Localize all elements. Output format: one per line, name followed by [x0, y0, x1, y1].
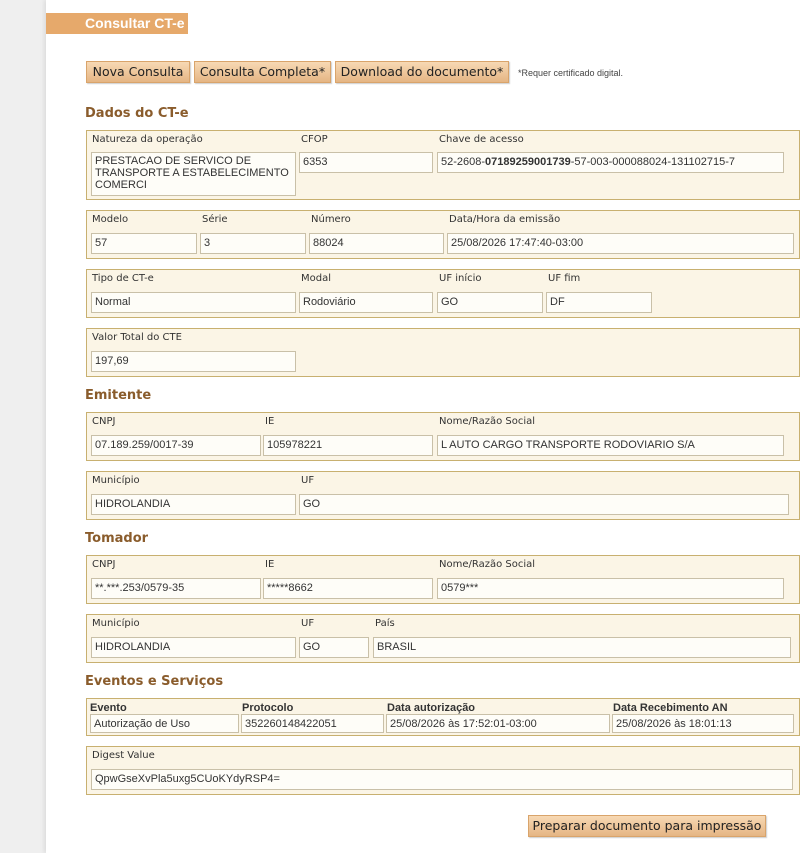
chave-cnpj-bold: 07189259001739 — [485, 156, 571, 168]
tomador-uf-field: GO — [299, 637, 369, 658]
tomador-ie-field: *****8662 — [263, 578, 433, 599]
emitente-municipio-field: HIDROLANDIA — [91, 494, 296, 515]
digest-label: Digest Value — [92, 750, 155, 761]
tomador-nome-label: Nome/Razão Social — [439, 559, 536, 570]
tomador-uf-label: UF — [301, 618, 315, 629]
natureza-field: PRESTACAO DE SERVICO DE TRANSPORTE A EST… — [91, 152, 296, 196]
col-evento-header: Evento — [90, 702, 127, 714]
tomador-nome-field: 0579*** — [437, 578, 784, 599]
numero-label: Número — [311, 214, 351, 225]
download-documento-button[interactable]: Download do documento* — [335, 61, 509, 83]
evento-cell: Autorização de Uso — [90, 714, 239, 733]
emissao-label: Data/Hora da emissão — [449, 214, 561, 225]
emitente-nome-label: Nome/Razão Social — [439, 416, 536, 427]
data-autorizacao-cell: 25/08/2026 às 17:52:01-03:00 — [386, 714, 610, 733]
tomador-pais-label: País — [375, 618, 395, 629]
emitente-cnpj-field: 07.189.259/0017-39 — [91, 435, 261, 456]
serie-label: Série — [202, 214, 228, 225]
section-dados-title: Dados do CT-e — [85, 106, 189, 121]
numero-field: 88024 — [309, 233, 444, 254]
col-protocolo-header: Protocolo — [242, 702, 294, 714]
consulta-completa-button[interactable]: Consulta Completa* — [194, 61, 331, 83]
dados-box-1: Natureza da operação PRESTACAO DE SERVIC… — [86, 130, 800, 200]
certificate-note: *Requer certificado digital. — [518, 68, 624, 78]
modal-label: Modal — [301, 273, 331, 284]
emissao-field: 25/08/2026 17:47:40-03:00 — [447, 233, 794, 254]
chave-suffix: -57-003-000088024-131102715-7 — [570, 156, 736, 168]
chave-prefix: 52-2608- — [441, 156, 486, 168]
tipo-cte-field: Normal — [91, 292, 296, 313]
cfop-field: 6353 — [299, 152, 433, 173]
nova-consulta-button[interactable]: Nova Consulta — [86, 61, 190, 83]
page-title: Consultar CT-e — [46, 13, 188, 34]
section-tomador-title: Tomador — [85, 531, 149, 546]
tomador-box-1: CNPJ **.***.253/0579-35 IE *****8662 Nom… — [86, 555, 800, 604]
emitente-cnpj-label: CNPJ — [92, 416, 116, 427]
emitente-uf-label: UF — [301, 475, 315, 486]
digest-box: Digest Value QpwGseXvPla5uxg5CUoKYdyRSP4… — [86, 746, 800, 795]
eventos-table: Evento Protocolo Data autorização Data R… — [86, 698, 800, 736]
dados-box-2: Modelo 57 Série 3 Número 88024 Data/Hora… — [86, 210, 800, 259]
emitente-box-2: Município HIDROLANDIA UF GO — [86, 471, 800, 520]
serie-field: 3 — [200, 233, 306, 254]
tomador-ie-label: IE — [265, 559, 275, 570]
tomador-municipio-label: Município — [92, 618, 140, 629]
chave-field: 52-2608-07189259001739-57-003-000088024-… — [437, 152, 784, 173]
tipo-cte-label: Tipo de CT-e — [92, 273, 154, 284]
tomador-box-2: Município HIDROLANDIA UF GO País BRASIL — [86, 614, 800, 663]
uf-fim-field: DF — [546, 292, 652, 313]
emitente-ie-label: IE — [265, 416, 275, 427]
preparar-impressao-button[interactable]: Preparar documento para impressão — [528, 815, 766, 837]
page: Consultar CT-e Nova Consulta Consulta Co… — [46, 0, 811, 853]
emitente-ie-field: 105978221 — [263, 435, 433, 456]
modelo-label: Modelo — [92, 214, 129, 225]
tomador-pais-field: BRASIL — [373, 637, 791, 658]
natureza-label: Natureza da operação — [92, 134, 203, 145]
section-eventos-title: Eventos e Serviços — [85, 674, 224, 689]
emitente-nome-field: L AUTO CARGO TRANSPORTE RODOVIARIO S/A — [437, 435, 784, 456]
digest-field: QpwGseXvPla5uxg5CUoKYdyRSP4= — [91, 769, 793, 790]
modelo-field: 57 — [91, 233, 197, 254]
uf-inicio-field: GO — [437, 292, 543, 313]
tomador-cnpj-field: **.***.253/0579-35 — [91, 578, 261, 599]
tomador-municipio-field: HIDROLANDIA — [91, 637, 296, 658]
emitente-box-1: CNPJ 07.189.259/0017-39 IE 105978221 Nom… — [86, 412, 800, 461]
col-data-autorizacao-header: Data autorização — [387, 702, 476, 714]
cfop-label: CFOP — [301, 134, 328, 145]
section-emitente-title: Emitente — [85, 388, 152, 403]
data-recebimento-cell: 25/08/2026 às 18:01:13 — [612, 714, 794, 733]
dados-box-4: Valor Total do CTE 197,69 — [86, 328, 800, 377]
uf-inicio-label: UF início — [439, 273, 482, 284]
tomador-cnpj-label: CNPJ — [92, 559, 116, 570]
dados-box-3: Tipo de CT-e Normal Modal Rodoviário UF … — [86, 269, 800, 318]
chave-label: Chave de acesso — [439, 134, 524, 145]
modal-field: Rodoviário — [299, 292, 433, 313]
emitente-municipio-label: Município — [92, 475, 140, 486]
valor-total-field: 197,69 — [91, 351, 296, 372]
col-data-recebimento-header: Data Recebimento AN — [613, 702, 728, 714]
valor-total-label: Valor Total do CTE — [92, 332, 182, 343]
protocolo-cell: 352260148422051 — [241, 714, 384, 733]
emitente-uf-field: GO — [299, 494, 789, 515]
uf-fim-label: UF fim — [548, 273, 581, 284]
